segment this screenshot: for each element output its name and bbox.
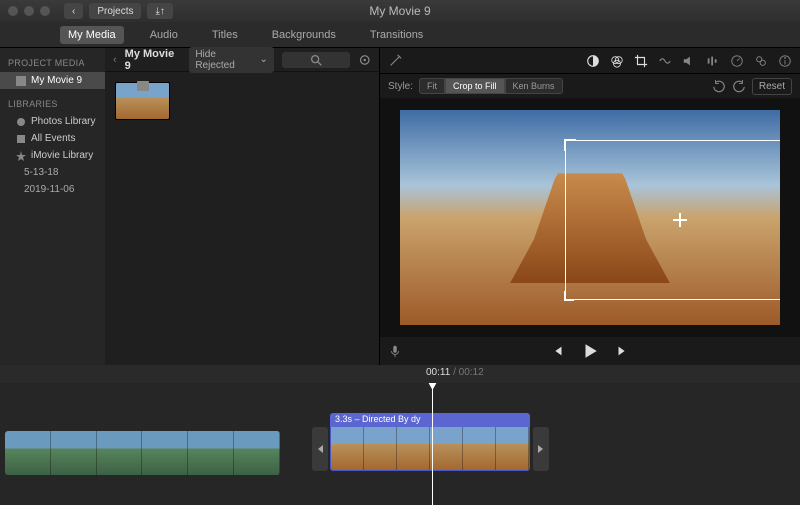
- back-button[interactable]: ‹: [64, 3, 83, 19]
- crop-center-icon[interactable]: [673, 213, 687, 227]
- browser-tabs: My Media Audio Titles Backgrounds Transi…: [0, 22, 800, 48]
- info-icon[interactable]: [778, 54, 792, 68]
- style-ken-burns[interactable]: Ken Burns: [505, 78, 563, 94]
- section-libraries: LIBRARIES: [0, 95, 105, 113]
- crop-icon[interactable]: [634, 54, 648, 68]
- zoom-dot[interactable]: [40, 6, 50, 16]
- playhead[interactable]: [432, 383, 433, 505]
- color-balance-icon[interactable]: [586, 54, 600, 68]
- timecode-row: 00:11 / 00:12: [0, 365, 800, 383]
- skip-end-icon: [536, 444, 546, 454]
- window-title: My Movie 9: [369, 4, 430, 18]
- rotate-ccw-icon[interactable]: [712, 79, 726, 93]
- import-button[interactable]: ⤓↑: [147, 3, 172, 19]
- events-icon: [16, 134, 26, 144]
- search-icon: [309, 53, 323, 67]
- clip-edge-left[interactable]: [312, 427, 328, 471]
- style-segmented[interactable]: Fit Crop to Fill Ken Burns: [419, 78, 563, 94]
- sidebar-item-label: Photos Library: [31, 116, 95, 127]
- settings-icon[interactable]: [358, 53, 372, 67]
- tab-backgrounds[interactable]: Backgrounds: [264, 26, 344, 44]
- sidebar-project-label: My Movie 9: [31, 75, 82, 86]
- timecode: 00:11 / 00:12: [426, 367, 484, 378]
- window-titlebar: ‹ Projects ⤓↑ My Movie 9: [0, 0, 800, 22]
- viewer-panel: Style: Fit Crop to Fill Ken Burns Reset: [380, 48, 800, 365]
- volume-icon[interactable]: [682, 54, 696, 68]
- timeline-clip-1[interactable]: [5, 431, 280, 475]
- filter-label: Hide Rejected: [195, 49, 255, 71]
- reset-button[interactable]: Reset: [752, 78, 792, 95]
- library-sidebar: PROJECT MEDIA My Movie 9 LIBRARIES Photo…: [0, 48, 105, 365]
- sidebar-item-photos[interactable]: Photos Library: [0, 113, 105, 130]
- speed-icon[interactable]: [730, 54, 744, 68]
- clip-edge-right[interactable]: [533, 427, 549, 471]
- tab-titles[interactable]: Titles: [204, 26, 246, 44]
- sidebar-item-all-events[interactable]: All Events: [0, 130, 105, 147]
- microphone-icon[interactable]: [388, 344, 402, 358]
- chevron-down-icon: ⌄: [260, 54, 268, 65]
- projects-button[interactable]: Projects: [89, 3, 141, 19]
- close-dot[interactable]: [8, 6, 18, 16]
- color-correction-icon[interactable]: [610, 54, 624, 68]
- photos-icon: [16, 117, 26, 127]
- crop-rect[interactable]: [565, 140, 780, 300]
- sidebar-event-0[interactable]: 5-13-18: [0, 164, 105, 181]
- clapper-icon: [16, 76, 26, 86]
- noise-reduction-icon[interactable]: [706, 54, 720, 68]
- style-row: Style: Fit Crop to Fill Ken Burns Reset: [380, 74, 800, 98]
- filter-dropdown[interactable]: Hide Rejected ⌄: [189, 47, 274, 73]
- viewer-toolbar: [380, 48, 800, 74]
- timecode-total: 00:12: [459, 367, 484, 378]
- style-crop-to-fill[interactable]: Crop to Fill: [445, 78, 505, 94]
- skip-start-icon: [315, 444, 325, 454]
- tab-transitions[interactable]: Transitions: [362, 26, 431, 44]
- search-input[interactable]: [282, 52, 350, 68]
- star-icon: [16, 151, 26, 161]
- browser-title: My Movie 9: [125, 48, 182, 72]
- prev-icon[interactable]: [551, 344, 565, 358]
- tab-my-media[interactable]: My Media: [60, 26, 124, 44]
- sidebar-item-label: iMovie Library: [31, 150, 93, 161]
- media-browser: ‹ My Movie 9 Hide Rejected ⌄: [105, 48, 380, 365]
- rotate-cw-icon[interactable]: [732, 79, 746, 93]
- sidebar-item-label: All Events: [31, 133, 75, 144]
- chevron-left-icon[interactable]: ‹: [113, 54, 117, 66]
- viewer-canvas[interactable]: [380, 98, 800, 337]
- minimize-dot[interactable]: [24, 6, 34, 16]
- stabilize-icon[interactable]: [658, 54, 672, 68]
- timecode-current: 00:11: [426, 367, 450, 378]
- section-project-media: PROJECT MEDIA: [0, 54, 105, 72]
- preview-frame: [400, 110, 780, 325]
- style-fit[interactable]: Fit: [419, 78, 445, 94]
- sidebar-event-1[interactable]: 2019-11-06: [0, 181, 105, 198]
- filter-icon[interactable]: [754, 54, 768, 68]
- enhance-icon[interactable]: [388, 54, 402, 68]
- next-icon[interactable]: [615, 344, 629, 358]
- traffic-lights[interactable]: [8, 6, 50, 16]
- tab-audio[interactable]: Audio: [142, 26, 186, 44]
- clip-title-bar[interactable]: 3.3s – Directed By dy: [330, 413, 530, 427]
- sidebar-project[interactable]: My Movie 9: [0, 72, 105, 89]
- timeline[interactable]: 3.3s – Directed By dy: [0, 383, 800, 505]
- play-icon[interactable]: [581, 342, 599, 360]
- media-thumbnail[interactable]: [115, 82, 170, 120]
- playback-controls: [380, 337, 800, 365]
- sidebar-item-imovie-library[interactable]: iMovie Library: [0, 147, 105, 164]
- timeline-clip-2[interactable]: 3.3s – Directed By dy: [330, 413, 530, 471]
- style-label: Style:: [388, 81, 413, 92]
